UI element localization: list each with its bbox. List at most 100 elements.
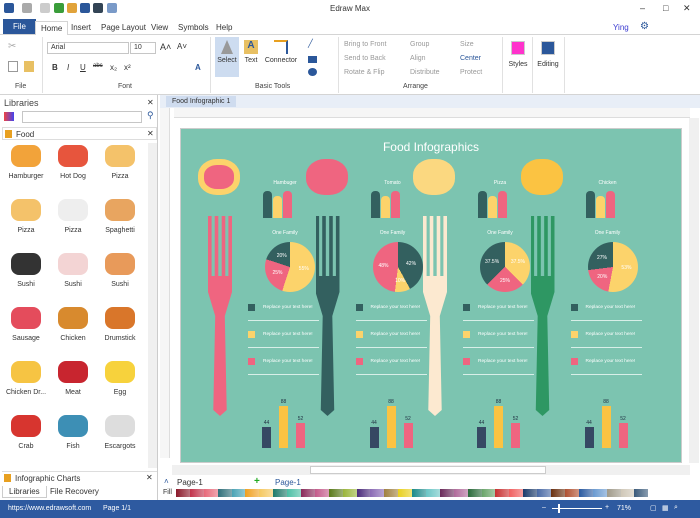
ellipse-icon[interactable] — [308, 68, 317, 76]
palette-swatch[interactable] — [606, 489, 621, 497]
legend-text[interactable]: Replace your text here! — [263, 305, 313, 310]
legend-text[interactable]: Replace your text here! — [263, 332, 313, 337]
paste-icon[interactable] — [24, 61, 34, 72]
settings-gear-icon[interactable]: ⚙ — [640, 21, 649, 32]
palette-swatch[interactable] — [412, 489, 427, 497]
legend-text[interactable]: Replace your text here! — [478, 332, 528, 337]
search-icon[interactable]: ⚲ — [147, 110, 154, 121]
align-button[interactable]: Align — [410, 55, 426, 62]
palette-swatch[interactable] — [648, 489, 662, 497]
center-button[interactable]: Center — [460, 55, 481, 62]
palette-swatch[interactable] — [273, 489, 288, 497]
cut-icon[interactable]: ✂ — [8, 41, 16, 52]
color-palette[interactable] — [176, 489, 676, 497]
palette-swatch[interactable] — [495, 489, 510, 497]
legend-text[interactable]: Replace your text here! — [586, 359, 636, 364]
document-tab[interactable]: Food Infographic 1 — [166, 96, 237, 107]
tab-view[interactable]: View — [146, 21, 173, 34]
zoom-slider[interactable] — [552, 504, 602, 513]
scroll-thumb[interactable] — [310, 466, 546, 474]
palette-swatch[interactable] — [314, 489, 329, 497]
user-menu[interactable]: Ying — [613, 23, 629, 32]
palette-swatch[interactable] — [509, 489, 524, 497]
close-libraries-icon[interactable]: ✕ — [147, 98, 154, 107]
underline-button[interactable]: U — [80, 63, 86, 72]
palette-swatch[interactable] — [301, 489, 315, 497]
tab-libraries[interactable]: Libraries — [2, 486, 47, 498]
collapse-icon[interactable]: ˄ — [164, 477, 169, 486]
library-item[interactable]: Pizza — [49, 199, 97, 234]
font-name-select[interactable]: Arial — [47, 42, 129, 54]
palette-swatch[interactable] — [328, 489, 343, 497]
legend-text[interactable]: Replace your text here! — [263, 359, 313, 364]
palette-swatch[interactable] — [342, 489, 357, 497]
palette-swatch[interactable] — [564, 489, 579, 497]
tab-home[interactable]: Home — [35, 21, 69, 36]
palette-swatch[interactable] — [523, 489, 538, 497]
palette-swatch[interactable] — [467, 489, 482, 497]
legend-text[interactable]: Replace your text here! — [371, 305, 421, 310]
palette-swatch[interactable] — [356, 489, 371, 497]
library-item[interactable]: Hamburger — [2, 145, 50, 180]
legend-text[interactable]: Replace your text here! — [478, 305, 528, 310]
infographic-charts-section[interactable]: Infographic Charts ✕ — [2, 471, 157, 484]
palette-swatch[interactable] — [176, 489, 190, 497]
library-item[interactable]: Sushi — [49, 253, 97, 288]
palette-swatch[interactable] — [231, 489, 246, 497]
legend-text[interactable]: Replace your text here! — [586, 305, 636, 310]
zoom-in-button[interactable]: + — [605, 504, 609, 511]
website-link[interactable]: https://www.edrawsoft.com — [8, 505, 91, 512]
palette-swatch[interactable] — [426, 489, 440, 497]
tab-symbols[interactable]: Symbols — [173, 21, 214, 34]
palette-swatch[interactable] — [217, 489, 232, 497]
page-tab[interactable]: Page-1 — [275, 478, 301, 487]
palette-swatch[interactable] — [578, 489, 593, 497]
palette-swatch[interactable] — [189, 489, 204, 497]
palette-swatch[interactable] — [370, 489, 385, 497]
palette-swatch[interactable] — [551, 489, 565, 497]
grow-font-button[interactable]: A˄ — [160, 42, 171, 52]
page-select[interactable]: Page-1 — [177, 478, 203, 487]
zoom-out-button[interactable]: – — [542, 504, 546, 511]
rectangle-icon[interactable] — [308, 56, 317, 63]
library-item[interactable]: Hot Dog — [49, 145, 97, 180]
group-button[interactable]: Group — [410, 41, 429, 48]
maximize-button[interactable]: □ — [663, 3, 668, 13]
send-to-back-button[interactable]: Send to Back — [344, 55, 386, 62]
palette-swatch[interactable] — [592, 489, 607, 497]
legend-text[interactable]: Replace your text here! — [371, 332, 421, 337]
tab-file-recovery[interactable]: File Recovery — [48, 486, 101, 497]
library-menu-icon[interactable] — [4, 112, 14, 121]
library-item[interactable]: Fish — [49, 415, 97, 450]
superscript-button[interactable]: x² — [124, 63, 131, 72]
library-item[interactable]: Drumstick — [96, 307, 144, 342]
palette-swatch[interactable] — [245, 489, 260, 497]
library-scrollbar[interactable] — [148, 143, 157, 468]
library-item[interactable]: Egg — [96, 361, 144, 396]
line-icon[interactable]: ╱ — [308, 39, 313, 48]
palette-swatch[interactable] — [481, 489, 496, 497]
palette-swatch[interactable] — [439, 489, 454, 497]
horizontal-scrollbar[interactable] — [172, 465, 690, 475]
copy-icon[interactable] — [8, 61, 18, 72]
styles-button[interactable]: Styles — [507, 39, 529, 79]
font-size-select[interactable]: 10 — [130, 42, 156, 54]
library-item[interactable]: Escargots — [96, 415, 144, 450]
font-color-button[interactable]: A — [195, 63, 201, 72]
rotate-flip-button[interactable]: Rotate & Flip — [344, 69, 384, 76]
palette-swatch[interactable] — [453, 489, 468, 497]
zoom-level[interactable]: 71% — [617, 505, 631, 512]
subscript-button[interactable]: x₂ — [110, 63, 117, 72]
legend-text[interactable]: Replace your text here! — [371, 359, 421, 364]
library-item[interactable]: Sausage — [2, 307, 50, 342]
vertical-scrollbar[interactable] — [689, 118, 699, 463]
close-button[interactable]: ✕ — [683, 3, 691, 14]
palette-swatch[interactable] — [537, 489, 552, 497]
library-item[interactable]: Chicken Dr... — [2, 361, 50, 396]
palette-swatch[interactable] — [203, 489, 218, 497]
strikethrough-button[interactable]: abc — [93, 63, 103, 69]
library-item[interactable]: Spaghetti — [96, 199, 144, 234]
palette-swatch[interactable] — [620, 489, 635, 497]
library-item[interactable]: Pizza — [96, 145, 144, 180]
legend-text[interactable]: Replace your text here! — [478, 359, 528, 364]
